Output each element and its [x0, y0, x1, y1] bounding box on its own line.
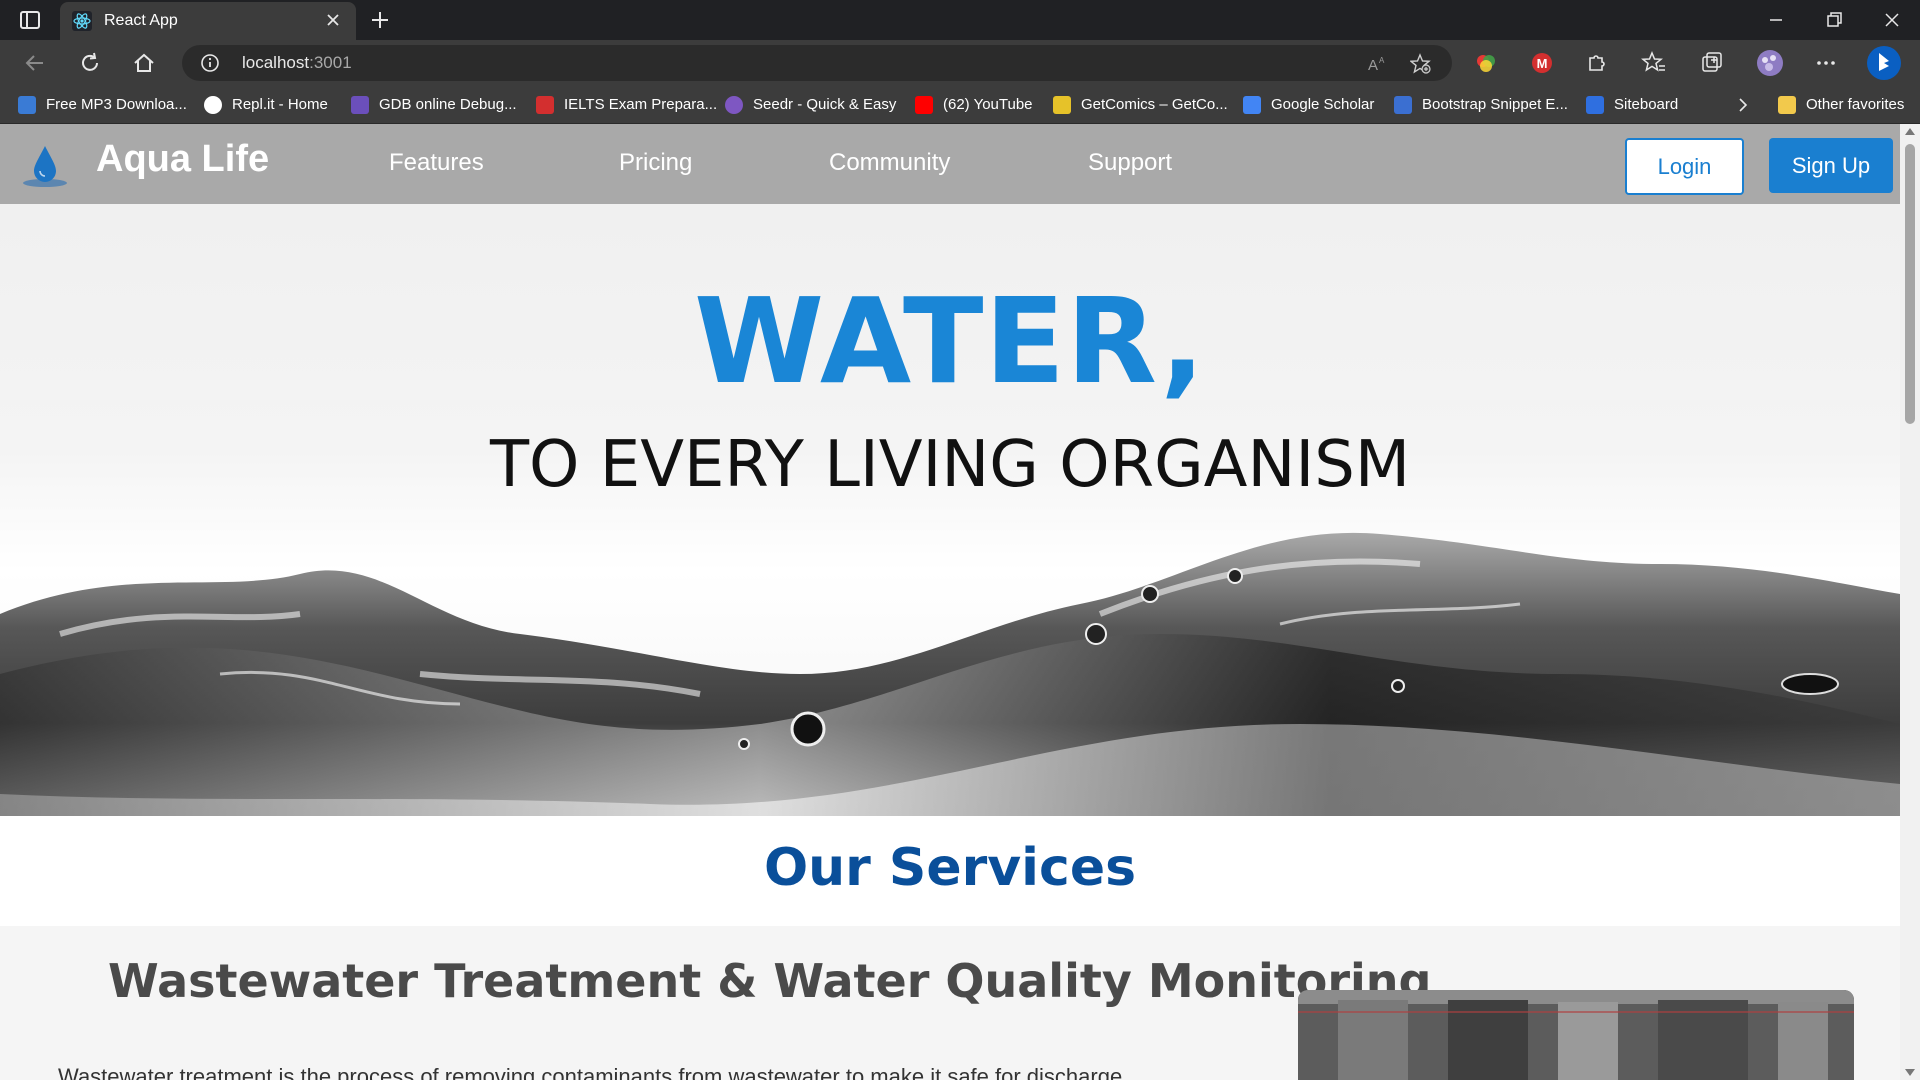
- music-icon: [18, 96, 36, 114]
- minimize-icon[interactable]: [1764, 8, 1788, 32]
- hero-section: WATER, TO EVERY LIVING ORGANISM: [0, 204, 1900, 816]
- collections-icon[interactable]: [1698, 49, 1726, 77]
- restore-icon[interactable]: [1822, 8, 1846, 32]
- hero-title: WATER,: [694, 272, 1206, 410]
- svg-text:A: A: [1368, 57, 1378, 74]
- ielts-icon: [536, 96, 554, 114]
- scroll-down-arrow-icon[interactable]: [1905, 1069, 1915, 1076]
- bolt-icon: [351, 96, 369, 114]
- tab-actions-icon[interactable]: [18, 8, 42, 32]
- treatment-plant-image: [1298, 990, 1854, 1080]
- close-window-icon[interactable]: [1880, 8, 1904, 32]
- nav-pricing[interactable]: Pricing: [619, 149, 692, 177]
- extensions-icon[interactable]: [1582, 49, 1610, 77]
- browser-toolbar: localhost:3001 A A M: [0, 40, 1920, 86]
- chevron-right-icon[interactable]: [1734, 96, 1752, 114]
- service-title: Wastewater Treatment & Water Quality Mon…: [108, 954, 1432, 1008]
- scrollbar-thumb[interactable]: [1905, 144, 1915, 424]
- page-viewport: Aqua Life Features Pricing Community Sup…: [0, 124, 1900, 1080]
- nav-features[interactable]: Features: [389, 149, 484, 177]
- service-description: Wastewater treatment is the process of r…: [58, 1064, 1123, 1080]
- scroll-up-arrow-icon[interactable]: [1905, 128, 1915, 135]
- browser-tab[interactable]: React App: [60, 2, 356, 40]
- nav-support[interactable]: Support: [1088, 149, 1172, 177]
- url-text: localhost:3001: [242, 53, 352, 72]
- bookmarks-bar: Free MP3 Downloa... Repl.it - Home GDB o…: [0, 86, 1920, 124]
- home-icon[interactable]: [131, 50, 157, 76]
- water-drop-logo-icon[interactable]: [20, 140, 70, 190]
- svg-text:A: A: [1379, 56, 1385, 65]
- youtube-icon: [915, 96, 933, 114]
- close-tab-icon[interactable]: [324, 11, 342, 29]
- hero-subtitle: TO EVERY LIVING ORGANISM: [489, 428, 1411, 502]
- reload-icon[interactable]: [77, 50, 103, 76]
- favorites-icon[interactable]: [1640, 49, 1668, 77]
- site-info-icon[interactable]: [200, 53, 220, 73]
- brand-name[interactable]: Aqua Life: [96, 138, 269, 181]
- extension-m-icon[interactable]: M: [1528, 49, 1556, 77]
- siteboard-icon: [1586, 96, 1604, 114]
- page-scrollbar[interactable]: [1900, 124, 1920, 1080]
- service-card: Wastewater Treatment & Water Quality Mon…: [0, 926, 1900, 1080]
- more-options-icon[interactable]: [1812, 49, 1840, 77]
- add-favorite-icon[interactable]: [1410, 53, 1432, 75]
- seedr-icon: [725, 96, 743, 114]
- browser-tabstrip: React App: [0, 0, 1920, 40]
- signup-button[interactable]: Sign Up: [1769, 138, 1893, 193]
- address-bar[interactable]: localhost:3001 A A: [182, 45, 1452, 81]
- nav-community[interactable]: Community: [829, 149, 950, 177]
- comics-icon: [1053, 96, 1071, 114]
- read-aloud-icon[interactable]: A A: [1366, 53, 1388, 75]
- tab-title: React App: [104, 12, 178, 29]
- replit-icon: [204, 96, 222, 114]
- svg-text:M: M: [1537, 56, 1548, 71]
- bing-copilot-icon[interactable]: [1866, 45, 1902, 81]
- back-icon[interactable]: [22, 50, 48, 76]
- bootstrap-icon: [1394, 96, 1412, 114]
- new-tab-icon[interactable]: [368, 8, 392, 32]
- site-navbar: Aqua Life Features Pricing Community Sup…: [0, 124, 1900, 204]
- services-header: Our Services: [0, 816, 1900, 926]
- profile-avatar-icon[interactable]: [1756, 49, 1784, 77]
- extension-colorful-icon[interactable]: [1472, 49, 1500, 77]
- login-button[interactable]: Login: [1625, 138, 1744, 195]
- folder-icon: [1778, 96, 1796, 114]
- services-heading: Our Services: [763, 838, 1137, 898]
- scholar-icon: [1243, 96, 1261, 114]
- react-icon: [72, 11, 92, 31]
